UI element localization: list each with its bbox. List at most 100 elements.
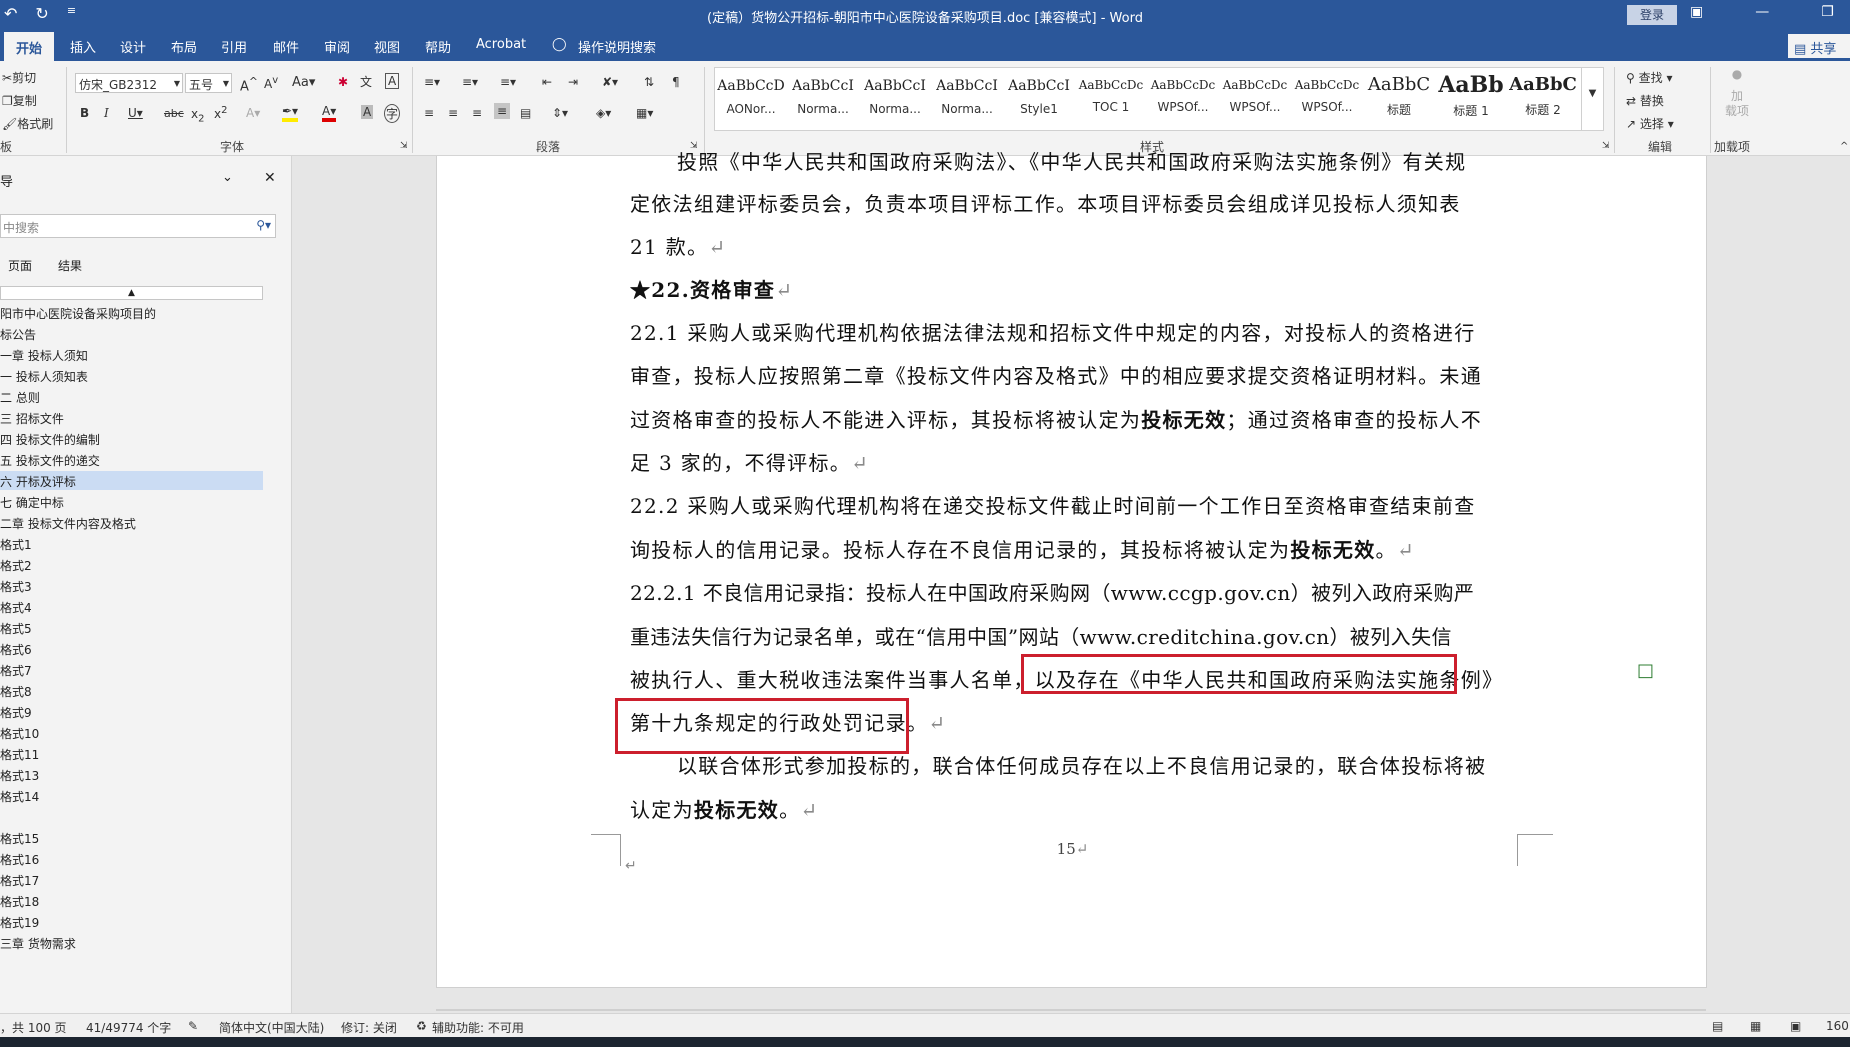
- highlight-icon[interactable]: ✒▾: [282, 104, 299, 122]
- find-button[interactable]: ⚲ 查找 ▾: [1626, 69, 1672, 86]
- nav-heading-item[interactable]: 格式11: [0, 744, 263, 763]
- dialog-launcher-icon[interactable]: ⇲: [400, 141, 408, 151]
- nav-heading-item[interactable]: 格式9: [0, 702, 263, 721]
- nav-heading-item[interactable]: 格式19: [0, 912, 263, 931]
- tab-design[interactable]: 设计: [120, 37, 146, 56]
- borders-icon[interactable]: ▦▾: [636, 106, 653, 120]
- justify-icon[interactable]: ≡: [494, 103, 511, 119]
- phonetic-guide-icon[interactable]: 文: [360, 73, 372, 90]
- shrink-font-icon[interactable]: Av: [264, 75, 278, 91]
- collapse-ribbon-icon[interactable]: ^: [1840, 141, 1848, 152]
- cut-button[interactable]: ✂剪切: [2, 69, 36, 86]
- tab-help[interactable]: 帮助: [425, 37, 451, 56]
- nav-heading-item[interactable]: 格式13: [0, 765, 263, 784]
- bold-icon[interactable]: B: [80, 106, 89, 120]
- style-item[interactable]: AaBbCcI Norma...: [787, 68, 859, 130]
- style-item[interactable]: AaBbCcD AONor...: [715, 68, 787, 130]
- style-item[interactable]: AaBbCcDc WPSOf...: [1291, 68, 1363, 130]
- proofing-icon[interactable]: ✎: [188, 1019, 198, 1033]
- zoom-level[interactable]: 160: [1826, 1019, 1849, 1033]
- nav-heading-item[interactable]: 三 招标文件: [0, 408, 263, 427]
- addins-icon[interactable]: ●: [1725, 67, 1749, 81]
- style-item[interactable]: AaBbC 标题: [1363, 68, 1435, 130]
- horizontal-scrollbar[interactable]: [436, 1009, 1706, 1011]
- numbering-icon[interactable]: ≡▾: [462, 75, 478, 89]
- style-item[interactable]: AaBbCcDc WPSOf...: [1219, 68, 1291, 130]
- collapse-heading-button[interactable]: ▲: [0, 286, 263, 300]
- font-size-select[interactable]: 五号 ▼: [185, 73, 232, 93]
- nav-heading-item[interactable]: 三章 货物需求: [0, 933, 263, 952]
- tab-review[interactable]: 审阅: [324, 37, 350, 56]
- nav-heading-item[interactable]: 一 投标人须知表: [0, 366, 263, 385]
- dialog-launcher-icon[interactable]: ⇲: [1602, 141, 1610, 151]
- character-border-icon[interactable]: A: [385, 73, 400, 89]
- nav-heading-item[interactable]: [0, 807, 263, 826]
- nav-heading-item[interactable]: 格式7: [0, 660, 263, 679]
- replace-button[interactable]: ⇄ 替换: [1626, 92, 1664, 109]
- close-icon[interactable]: ✕: [264, 170, 276, 186]
- login-button[interactable]: 登录: [1627, 5, 1677, 25]
- underline-icon[interactable]: U▾: [128, 106, 143, 120]
- copy-button[interactable]: ❐复制: [2, 92, 37, 109]
- show-marks-icon[interactable]: ¶: [672, 75, 680, 89]
- sort-icon[interactable]: ⇅: [644, 75, 654, 89]
- web-layout-icon[interactable]: ▣: [1790, 1019, 1801, 1033]
- style-item[interactable]: AaBbCcI Norma...: [859, 68, 931, 130]
- tab-layout[interactable]: 布局: [171, 37, 197, 56]
- nav-tab-results[interactable]: 结果: [58, 257, 82, 274]
- tab-references[interactable]: 引用: [221, 37, 247, 56]
- font-name-select[interactable]: 仿宋_GB2312 ▼: [75, 73, 183, 93]
- read-mode-icon[interactable]: ▤: [1712, 1019, 1723, 1033]
- addins-button[interactable]: 加 载项: [1725, 89, 1749, 119]
- strikethrough-icon[interactable]: abc: [164, 107, 184, 120]
- styles-more-icon[interactable]: ▼: [1581, 68, 1603, 130]
- tell-me-search[interactable]: 操作说明搜索: [578, 37, 656, 56]
- increase-indent-icon[interactable]: ⇥: [568, 75, 578, 89]
- track-changes-status[interactable]: 修订: 关闭: [341, 1019, 397, 1036]
- comment-icon[interactable]: □: [1637, 660, 1654, 681]
- style-item[interactable]: AaBbCcDc TOC 1: [1075, 68, 1147, 130]
- align-right-icon[interactable]: ≡: [472, 106, 482, 120]
- nav-heading-item-selected[interactable]: 六 开标及评标: [0, 471, 263, 490]
- nav-tab-pages[interactable]: 页面: [8, 257, 32, 274]
- nav-heading-item[interactable]: 格式4: [0, 597, 263, 616]
- superscript-icon[interactable]: x2: [214, 105, 227, 121]
- nav-heading-item[interactable]: 格式15: [0, 828, 263, 847]
- minimize-icon[interactable]: —: [1755, 4, 1769, 20]
- multilevel-list-icon[interactable]: ≡▾: [500, 75, 516, 89]
- document-page[interactable]: 投照《中华人民共和国政府采购法》、《中华人民共和国政府采购法实施条例》有关规 定…: [436, 150, 1707, 988]
- chinese-layout-icon[interactable]: ✘▾: [602, 75, 618, 89]
- tab-mailings[interactable]: 邮件: [273, 37, 299, 56]
- tab-insert[interactable]: 插入: [70, 37, 96, 56]
- bullets-icon[interactable]: ≡▾: [424, 75, 440, 89]
- select-button[interactable]: ↗ 选择 ▾: [1626, 115, 1674, 132]
- text-effects-icon[interactable]: A▾: [246, 106, 260, 120]
- page-count[interactable]: ，共 100 页: [0, 1019, 67, 1036]
- subscript-icon[interactable]: x2: [191, 107, 204, 124]
- format-painter-button[interactable]: 🖌格式刷: [2, 115, 53, 132]
- character-shading-icon[interactable]: A: [361, 105, 374, 119]
- shading-icon[interactable]: ◈▾: [596, 106, 611, 120]
- tab-view[interactable]: 视图: [374, 37, 400, 56]
- nav-heading-item[interactable]: 一章 投标人须知: [0, 345, 263, 364]
- nav-heading-item[interactable]: 七 确定中标: [0, 492, 263, 511]
- nav-heading-item[interactable]: 格式16: [0, 849, 263, 868]
- nav-heading-item[interactable]: 格式2: [0, 555, 263, 574]
- distributed-icon[interactable]: ▤: [520, 106, 531, 120]
- restore-icon[interactable]: ❐: [1821, 4, 1834, 20]
- decrease-indent-icon[interactable]: ⇤: [542, 75, 552, 89]
- nav-heading-item[interactable]: 格式3: [0, 576, 263, 595]
- chevron-down-icon[interactable]: ⌄: [222, 170, 233, 185]
- nav-heading-item[interactable]: 二 总则: [0, 387, 263, 406]
- share-button[interactable]: ▤ 共享: [1788, 34, 1850, 58]
- clear-format-icon[interactable]: ✱: [338, 75, 348, 89]
- nav-heading-item[interactable]: 四 投标文件的编制: [0, 429, 263, 448]
- ribbon-display-icon[interactable]: ▣: [1690, 4, 1703, 20]
- center-icon[interactable]: ≡: [448, 106, 458, 120]
- tab-acrobat[interactable]: Acrobat: [476, 37, 526, 52]
- style-item[interactable]: AaBbC 标题 2: [1507, 68, 1579, 130]
- language-indicator[interactable]: 简体中文(中国大陆): [219, 1019, 324, 1036]
- search-icon[interactable]: ⚲▾: [256, 218, 271, 232]
- italic-icon[interactable]: I: [104, 106, 109, 120]
- style-item[interactable]: AaBb 标题 1: [1435, 68, 1507, 130]
